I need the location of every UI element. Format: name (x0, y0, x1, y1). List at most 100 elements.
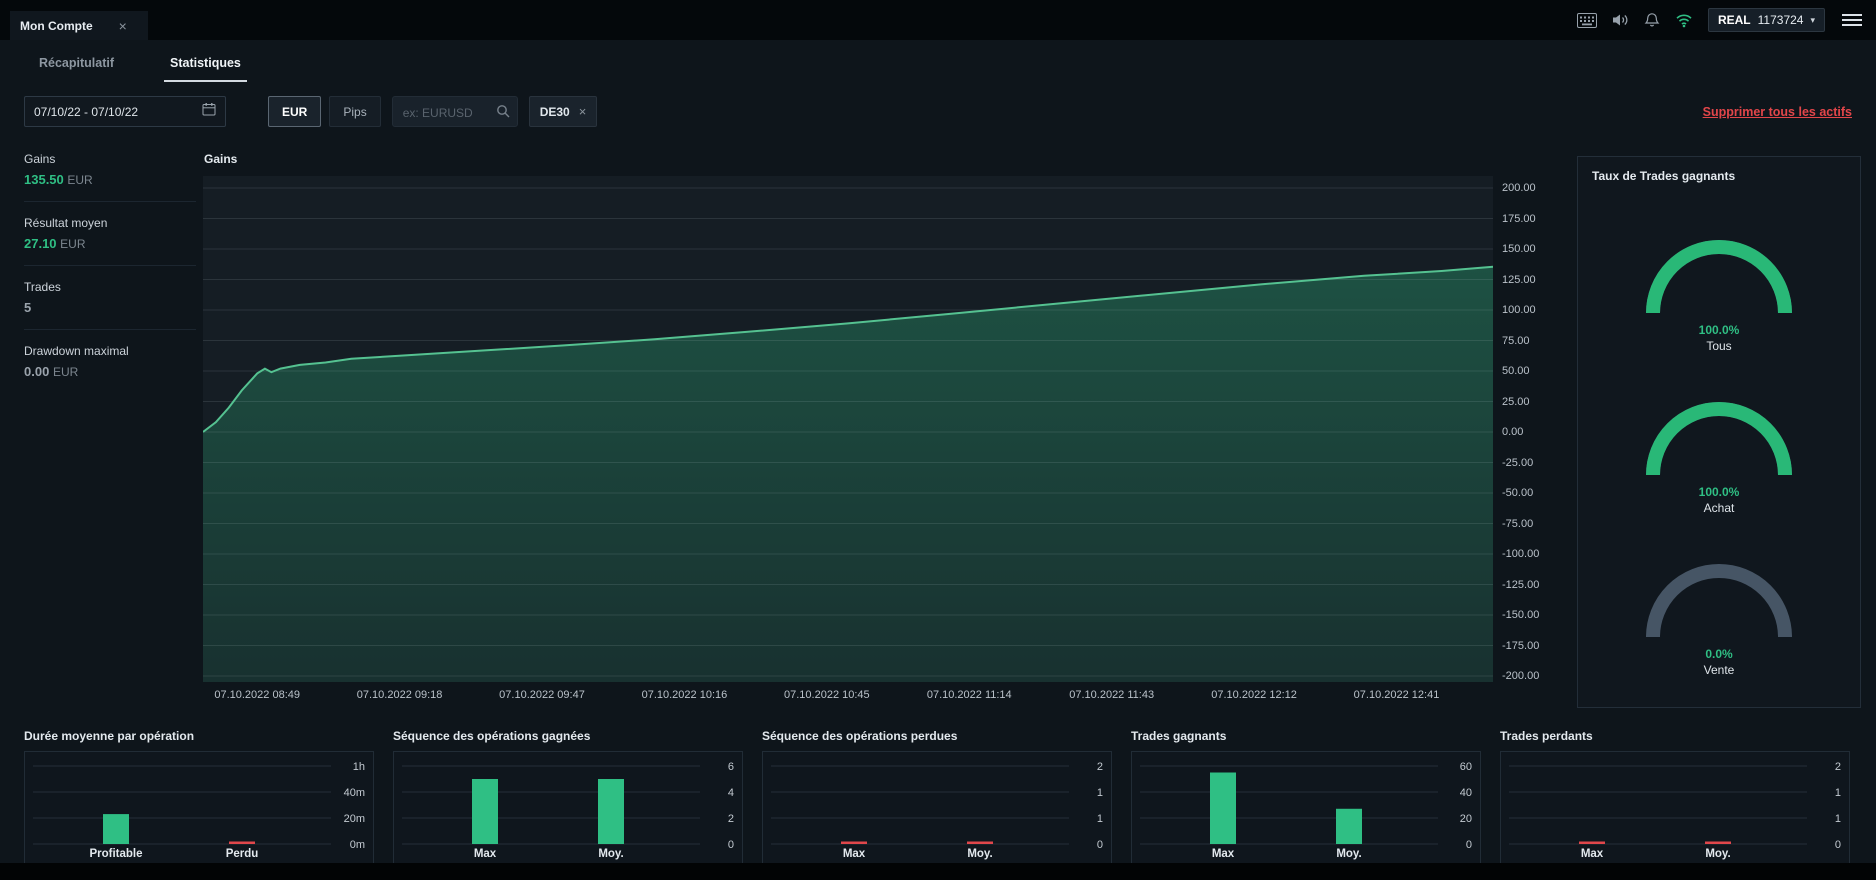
symbol-search-input[interactable] (400, 97, 493, 128)
svg-text:Max: Max (843, 848, 866, 860)
svg-text:1: 1 (1835, 813, 1841, 825)
svg-text:0: 0 (1466, 839, 1472, 851)
svg-text:40: 40 (1460, 787, 1472, 799)
notifications-bell-icon[interactable] (1644, 12, 1660, 28)
mini-chart-panel: Trades gagnants 60 40 20 0 Max Moy. (1131, 729, 1481, 865)
svg-text:2: 2 (1097, 761, 1103, 773)
filter-bar: 07/10/22 - 07/10/22 EUR Pips DE30 × Supp… (24, 96, 1852, 128)
win-rate-gauges: 100.0% Tous 100.0% Achat 0.0% Vente (1578, 235, 1860, 677)
asset-chip-label: DE30 (539, 104, 570, 119)
date-range-picker[interactable]: 07/10/22 - 07/10/22 (24, 96, 226, 127)
svg-text:40m: 40m (344, 787, 365, 799)
wifi-connection-icon[interactable] (1675, 13, 1693, 28)
account-tab-title: Mon Compte (20, 18, 93, 33)
date-range-value: 07/10/22 - 07/10/22 (34, 104, 139, 119)
y-axis-tick: -150.00 (1502, 609, 1540, 621)
svg-text:20m: 20m (344, 813, 365, 825)
svg-text:1: 1 (1835, 787, 1841, 799)
x-axis-tick: 07.10.2022 08:49 (214, 689, 300, 701)
x-axis-tick: 07.10.2022 12:12 (1211, 689, 1297, 701)
svg-text:Moy.: Moy. (1336, 848, 1361, 860)
win-rate-panel: Taux de Trades gagnants 100.0% Tous 100.0%… (1577, 156, 1861, 708)
y-axis-tick: 175.00 (1502, 212, 1536, 225)
caret-down-icon: ▾ (1810, 14, 1815, 25)
mini-chart-svg: 2 1 1 0 Max Moy. (771, 761, 1103, 860)
x-axis-tick: 07.10.2022 09:47 (499, 689, 585, 701)
gains-chart-title: Gains (204, 152, 238, 166)
gauge-arc (1646, 402, 1792, 476)
summary-item-drawdown: Drawdown maximal 0.00 EUR (24, 344, 129, 379)
mini-chart-svg: 60 40 20 0 Max Moy. (1140, 761, 1472, 860)
mini-chart-title: Séquence des opérations perdues (762, 729, 958, 743)
topbar: Mon Compte × REAL 1173724 ▾ (0, 0, 1876, 40)
gauge-arc (1646, 564, 1792, 638)
account-tab[interactable]: Mon Compte × (10, 11, 148, 40)
y-axis-tick: 200.00 (1502, 182, 1536, 194)
volume-icon[interactable] (1612, 13, 1629, 27)
tab-statistiques[interactable]: Statistiques (164, 52, 247, 82)
svg-text:2: 2 (1835, 761, 1841, 773)
gains-area-chart (202, 176, 1494, 682)
y-axis-tick: -75.00 (1502, 517, 1534, 530)
mini-chart-svg: 2 1 1 0 Max Moy. (1509, 761, 1841, 860)
tab-recapitulatif[interactable]: Récapitulatif (33, 52, 120, 82)
currency-toggle-button[interactable]: EUR (268, 96, 322, 127)
calendar-icon (202, 102, 216, 121)
gauge-label: Vente (1703, 663, 1735, 677)
bar (472, 779, 498, 844)
summary-sidebar: Gains 135.50 EUR Résultat moyen 27.10 EU… (24, 152, 196, 407)
x-axis-tick: 07.10.2022 10:16 (641, 689, 728, 701)
svg-text:20: 20 (1460, 813, 1472, 825)
mini-chart-plot: 6 4 2 0 Max Moy. (393, 751, 743, 865)
topbar-right: REAL 1173724 ▾ (1576, 0, 1864, 40)
svg-text:60: 60 (1460, 761, 1472, 773)
svg-text:Moy.: Moy. (967, 848, 992, 860)
pips-toggle-button[interactable]: Pips (329, 96, 381, 127)
bar (103, 814, 129, 844)
symbol-search (391, 96, 518, 128)
gauge-vente: 0.0% Vente (1578, 559, 1860, 677)
y-axis-tick: 100.00 (1502, 304, 1536, 316)
svg-text:0m: 0m (350, 839, 365, 851)
svg-text:Moy.: Moy. (598, 848, 623, 860)
zero-bar-marker (1579, 841, 1605, 844)
y-axis-tick: -175.00 (1502, 639, 1540, 652)
tab-close-icon[interactable]: × (119, 19, 127, 33)
mini-chart-plot: 2 1 1 0 Max Moy. (1500, 751, 1850, 865)
account-number: 1173724 (1757, 13, 1804, 27)
svg-text:Max: Max (1212, 848, 1235, 860)
y-axis-tick: 150.00 (1502, 243, 1536, 255)
keyboard-icon[interactable] (1576, 12, 1597, 28)
svg-text:0: 0 (1835, 839, 1841, 851)
mini-chart-panel: Séquence des opérations gagnées 6 4 2 0 Max Mo… (393, 729, 743, 865)
zero-bar-marker (841, 841, 867, 844)
menu-icon[interactable] (1840, 10, 1864, 30)
statistics-tabs: Récapitulatif Statistiques (33, 52, 247, 82)
svg-text:1: 1 (1097, 787, 1103, 799)
mini-chart-panel: Séquence des opérations perdues 2 1 1 0 Max Mo… (762, 729, 1112, 865)
mini-chart-title: Durée moyenne par opération (24, 729, 195, 743)
gauge-percent: 100.0% (1698, 485, 1740, 499)
svg-text:4: 4 (728, 787, 734, 799)
asset-chip-de30[interactable]: DE30 × (528, 96, 598, 127)
account-selector[interactable]: REAL 1173724 ▾ (1707, 8, 1825, 32)
gains-area-chart-svg (202, 187, 1494, 682)
mini-chart-title: Trades perdants (1500, 729, 1593, 743)
gauge-percent: 100.0% (1698, 323, 1740, 337)
summary-item-trades: Trades 5 (24, 280, 196, 330)
x-axis-tick: 07.10.2022 10:45 (784, 689, 870, 701)
y-axis-tick: 50.00 (1502, 365, 1530, 377)
svg-text:0: 0 (728, 839, 734, 851)
bar (1336, 808, 1362, 844)
svg-text:Max: Max (1581, 848, 1604, 860)
mini-charts-row: Durée moyenne par opération 1h 40m 20m 0m Pro… (24, 729, 1850, 865)
y-axis-tick: -25.00 (1502, 456, 1534, 469)
y-axis-tick: 0.00 (1502, 426, 1524, 438)
gauge-tous: 100.0% Tous (1578, 235, 1860, 353)
remove-all-assets-link[interactable]: Supprimer tous les actifs (1703, 105, 1852, 119)
x-axis-tick: 07.10.2022 09:18 (356, 689, 443, 701)
bottom-strip (0, 863, 1876, 880)
bar (598, 779, 624, 844)
svg-text:2: 2 (728, 813, 734, 825)
chip-close-icon[interactable]: × (579, 104, 587, 119)
